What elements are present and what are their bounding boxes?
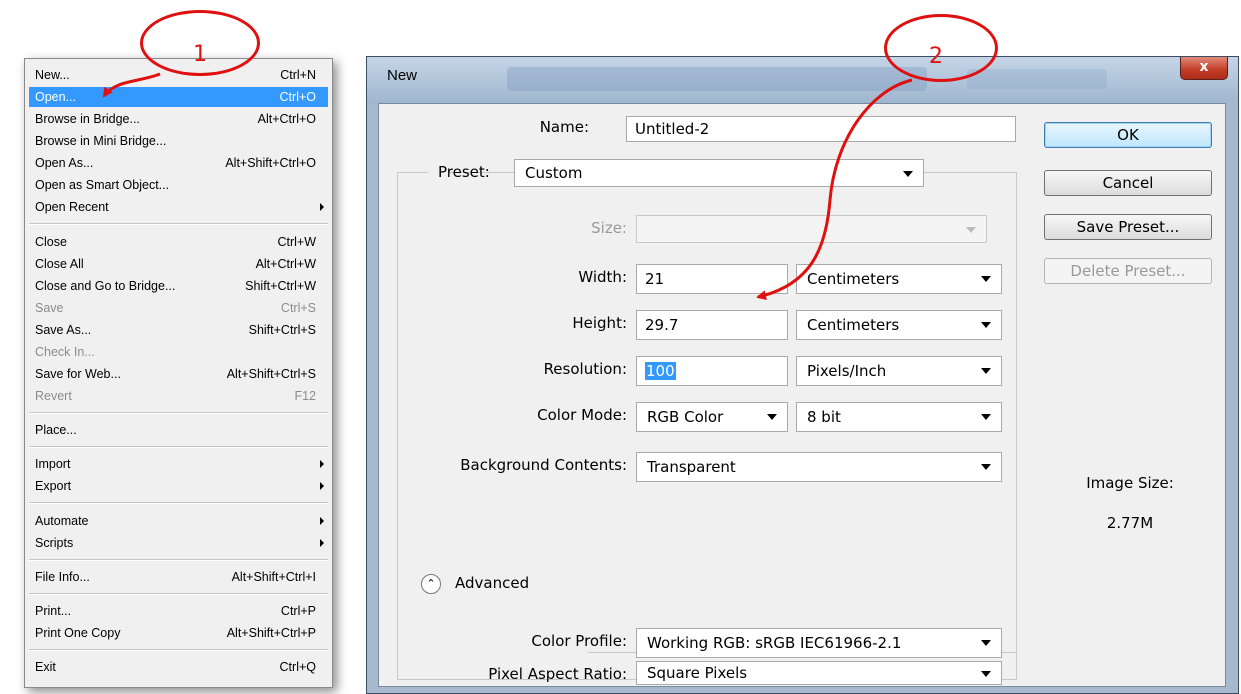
chevron-down-icon <box>981 464 991 470</box>
submenu-arrow-icon <box>320 517 324 525</box>
advanced-toggle-icon[interactable]: ⌃ <box>421 574 441 594</box>
annotation-number-1: 1 <box>193 42 207 67</box>
menu-item-print[interactable]: Print... Ctrl+P <box>29 601 328 621</box>
close-button[interactable]: x <box>1180 57 1228 80</box>
menu-item-open-recent[interactable]: Open Recent <box>29 197 328 217</box>
chevron-down-icon <box>903 171 913 177</box>
chevron-down-icon <box>981 276 991 282</box>
name-label: Name: <box>539 118 589 136</box>
image-size-value: 2.77M <box>1106 514 1154 532</box>
menu-item-file-info[interactable]: File Info... Alt+Shift+Ctrl+I <box>29 567 328 587</box>
chevron-down-icon <box>966 227 976 233</box>
size-label: Size: <box>591 219 627 237</box>
color-mode-select[interactable]: RGB Color <box>636 402 788 432</box>
resolution-input[interactable]: 100 <box>636 356 788 386</box>
chevron-down-icon <box>981 671 991 677</box>
color-profile-label: Color Profile: <box>531 632 627 650</box>
submenu-arrow-icon <box>320 539 324 547</box>
chevron-down-icon <box>981 368 991 374</box>
menu-item-revert[interactable]: Revert F12 <box>29 386 328 406</box>
cancel-button[interactable]: Cancel <box>1044 170 1212 196</box>
menu-item-save[interactable]: Save Ctrl+S <box>29 298 328 318</box>
color-profile-select[interactable]: Working RGB: sRGB IEC61966-2.1 <box>636 628 1002 658</box>
advanced-label: Advanced <box>455 574 530 592</box>
delete-preset-button[interactable]: Delete Preset... <box>1044 258 1212 284</box>
dialog-title: New <box>387 67 418 84</box>
resolution-unit-select[interactable]: Pixels/Inch <box>796 356 1002 386</box>
menu-item-place[interactable]: Place... <box>29 420 328 440</box>
dialog-title-bar[interactable]: New x <box>367 57 1238 103</box>
color-mode-label: Color Mode: <box>537 406 627 424</box>
annotation-number-2: 2 <box>929 44 943 69</box>
background-contents-select[interactable]: Transparent <box>636 452 1002 482</box>
name-input[interactable]: Untitled-2 <box>626 116 1016 142</box>
height-label: Height: <box>572 314 627 332</box>
menu-item-open[interactable]: Open... Ctrl+O <box>29 87 328 107</box>
menu-separator <box>29 502 328 504</box>
menu-item-check-in[interactable]: Check In... <box>29 342 328 362</box>
menu-separator <box>29 559 328 561</box>
preset-select[interactable]: Custom <box>514 159 924 187</box>
menu-separator <box>29 412 328 414</box>
menu-item-print-one-copy[interactable]: Print One Copy Alt+Shift+Ctrl+P <box>29 623 328 643</box>
chevron-down-icon <box>767 414 777 420</box>
height-input[interactable]: 29.7 <box>636 310 788 340</box>
submenu-arrow-icon <box>320 203 324 211</box>
size-select[interactable] <box>636 215 987 243</box>
menu-separator <box>29 223 328 225</box>
width-input[interactable]: 21 <box>636 264 788 294</box>
resolution-label: Resolution: <box>543 360 627 378</box>
file-menu: New... Ctrl+N Open... Ctrl+O Browse in Bri… <box>24 58 333 688</box>
menu-item-open-as-smart-object[interactable]: Open as Smart Object... <box>29 175 328 195</box>
menu-separator <box>29 593 328 595</box>
menu-item-close[interactable]: Close Ctrl+W <box>29 232 328 252</box>
ok-button[interactable]: OK <box>1044 122 1212 148</box>
menu-item-open-as[interactable]: Open As... Alt+Shift+Ctrl+O <box>29 153 328 173</box>
submenu-arrow-icon <box>320 460 324 468</box>
image-size-label: Image Size: <box>1086 474 1174 492</box>
submenu-arrow-icon <box>320 482 324 490</box>
dialog-body: Name: Untitled-2 Preset: Custom Size: Wi… <box>378 103 1226 687</box>
bit-depth-select[interactable]: 8 bit <box>796 402 1002 432</box>
chevron-down-icon <box>981 414 991 420</box>
menu-item-automate[interactable]: Automate <box>29 511 328 531</box>
background-blur <box>967 69 1107 89</box>
preset-row: Preset: Custom <box>428 159 924 187</box>
width-label: Width: <box>578 268 627 286</box>
chevron-down-icon <box>981 640 991 646</box>
menu-item-exit[interactable]: Exit Ctrl+Q <box>29 657 328 677</box>
pixel-aspect-ratio-label: Pixel Aspect Ratio: <box>488 665 627 683</box>
menu-item-save-for-web[interactable]: Save for Web... Alt+Shift+Ctrl+S <box>29 364 328 384</box>
menu-separator <box>29 649 328 651</box>
close-icon: x <box>1199 59 1209 75</box>
menu-item-export[interactable]: Export <box>29 476 328 496</box>
menu-separator <box>29 446 328 448</box>
height-unit-select[interactable]: Centimeters <box>796 310 1002 340</box>
background-blur <box>507 67 927 91</box>
width-unit-select[interactable]: Centimeters <box>796 264 1002 294</box>
resolution-value: 100 <box>645 362 676 380</box>
pixel-aspect-ratio-select[interactable]: Square Pixels <box>636 661 1002 685</box>
save-preset-button[interactable]: Save Preset... <box>1044 214 1212 240</box>
menu-item-browse-in-mini-bridge[interactable]: Browse in Mini Bridge... <box>29 131 328 151</box>
menu-item-import[interactable]: Import <box>29 454 328 474</box>
preset-label: Preset: <box>438 163 490 181</box>
chevron-down-icon <box>981 322 991 328</box>
background-contents-label: Background Contents: <box>460 456 627 474</box>
menu-item-browse-in-bridge[interactable]: Browse in Bridge... Alt+Ctrl+O <box>29 109 328 129</box>
menu-item-close-all[interactable]: Close All Alt+Ctrl+W <box>29 254 328 274</box>
menu-item-save-as[interactable]: Save As... Shift+Ctrl+S <box>29 320 328 340</box>
menu-item-scripts[interactable]: Scripts <box>29 533 328 553</box>
new-document-dialog: New x Name: Untitled-2 Preset: Custom Si… <box>366 56 1239 694</box>
menu-item-close-and-go-to-bridge[interactable]: Close and Go to Bridge... Shift+Ctrl+W <box>29 276 328 296</box>
